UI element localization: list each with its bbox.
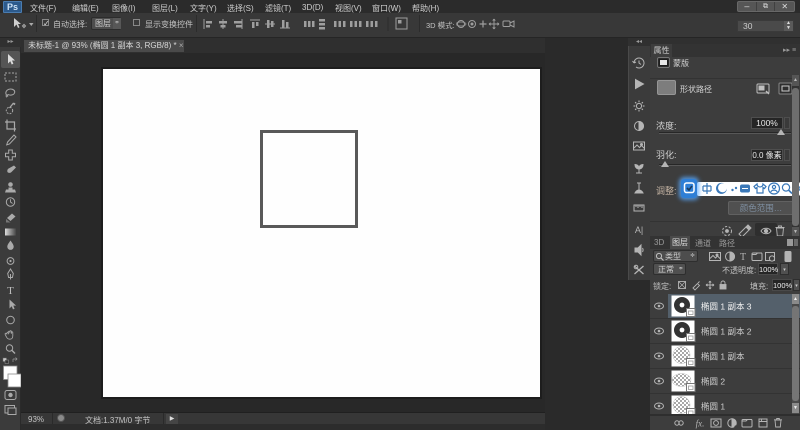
svg-text:椭圆 1 副本 2: 椭圆 1 副本 2	[701, 327, 752, 337]
svg-text:fx.: fx.	[696, 419, 705, 429]
svg-text:椭圆 1: 椭圆 1	[701, 402, 725, 412]
svg-text:椭圆 2: 椭圆 2	[701, 377, 725, 387]
svg-text:T: T	[740, 252, 746, 263]
svg-text:A|: A|	[635, 225, 643, 235]
svg-text:椭圆 1 副本: 椭圆 1 副本	[701, 352, 745, 362]
svg-text:T: T	[7, 285, 14, 297]
svg-text:椭圆 1 副本 3: 椭圆 1 副本 3	[701, 302, 752, 312]
